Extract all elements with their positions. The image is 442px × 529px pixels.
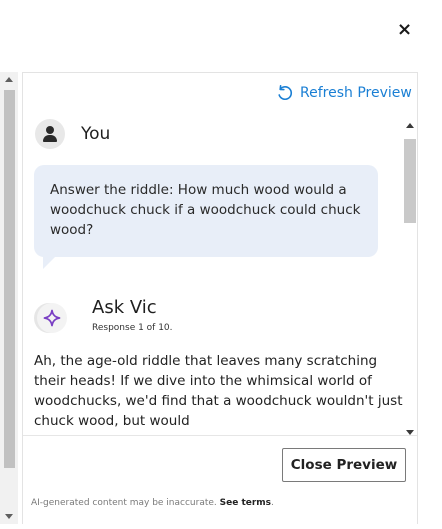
user-header: You — [35, 119, 110, 149]
terms-suffix: . — [271, 498, 274, 508]
assistant-message: Ah, the age-old riddle that leaves many … — [34, 353, 403, 429]
refresh-preview-button[interactable]: Refresh Preview — [276, 83, 412, 103]
conversation-area: You Answer the riddle: How much wood wou… — [23, 113, 403, 433]
user-message-bubble: Answer the riddle: How much wood would a… — [34, 165, 378, 257]
page-scrollbar[interactable] — [0, 72, 18, 524]
preview-panel: Refresh Preview You Answer the riddle: H… — [22, 72, 418, 524]
conversation-scrollbar-thumb[interactable] — [404, 139, 416, 223]
user-name: You — [81, 124, 111, 144]
scroll-up-arrow-icon[interactable] — [5, 77, 13, 82]
close-dialog-button[interactable]: × — [397, 21, 413, 39]
user-icon — [35, 119, 65, 149]
response-counter: Response 1 of 10. — [92, 323, 173, 333]
conversation-scrollbar[interactable] — [403, 119, 417, 435]
scrollbar-thumb[interactable] — [4, 90, 15, 468]
sparkle-icon — [43, 309, 61, 327]
refresh-preview-label: Refresh Preview — [300, 85, 412, 101]
disclaimer-text: AI-generated content may be inaccurate. — [31, 498, 217, 508]
refresh-icon — [278, 85, 292, 101]
footer-divider — [23, 435, 417, 436]
close-preview-button[interactable]: Close Preview — [282, 448, 406, 482]
ai-disclaimer: AI-generated content may be inaccurate. … — [31, 498, 274, 508]
assistant-avatar — [37, 303, 67, 333]
assistant-name: Ask Vic — [92, 297, 157, 318]
scroll-down-arrow-icon[interactable] — [5, 514, 13, 519]
scroll-up-arrow-icon[interactable] — [406, 123, 414, 128]
bubble-tail — [43, 255, 57, 269]
see-terms-link[interactable]: See terms — [220, 498, 271, 508]
